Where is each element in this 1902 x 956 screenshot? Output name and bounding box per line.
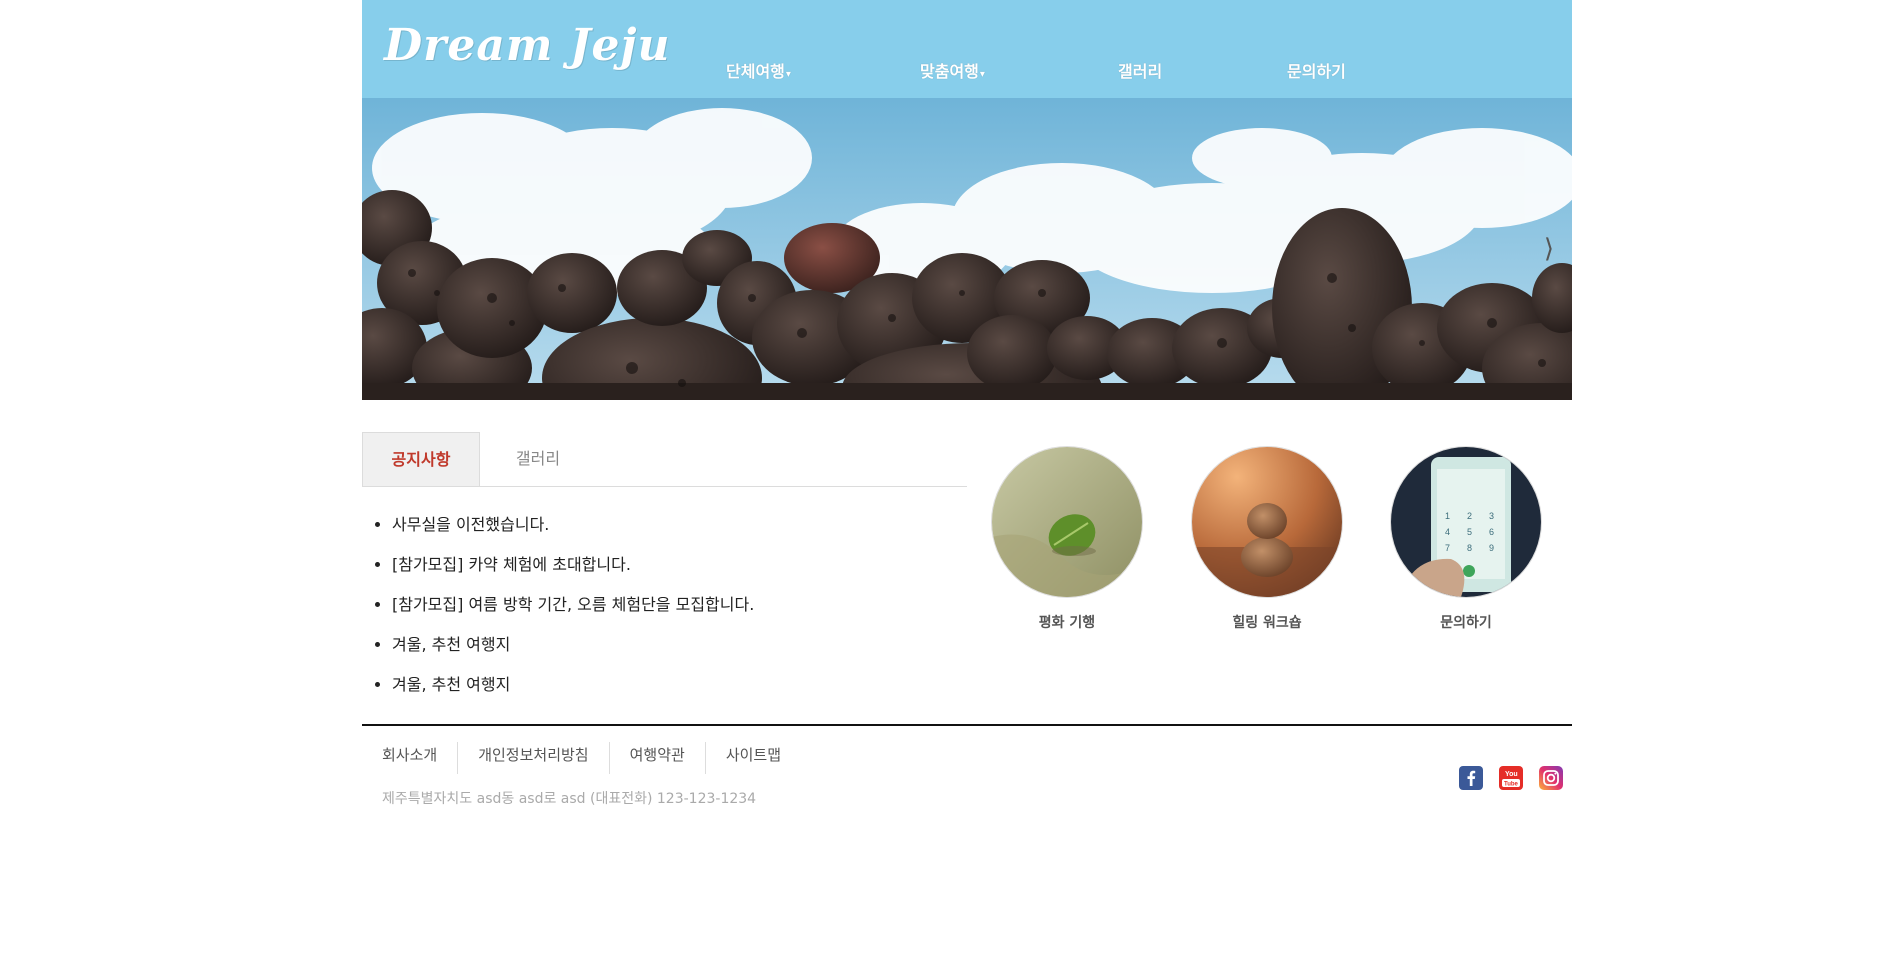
nav-label: 갤러리	[1118, 62, 1163, 81]
caret-down-icon: ▾	[785, 69, 791, 80]
nav-label: 문의하기	[1287, 62, 1346, 81]
nav-label: 맞춤여행	[920, 62, 979, 81]
footer-link-sitemap[interactable]: 사이트맵	[704, 742, 801, 774]
footer-link-privacy[interactable]: 개인정보처리방침	[457, 742, 608, 774]
svg-text:1: 1	[1445, 511, 1450, 521]
caret-down-icon: ▾	[979, 69, 985, 80]
list-item[interactable]: [참가모집] 여름 방학 기간, 오름 체험단을 모집합니다.	[392, 590, 997, 630]
list-item[interactable]: [참가모집] 카약 체험에 초대합니다.	[392, 550, 997, 590]
footer-links: 회사소개 개인정보처리방침 여행약관 사이트맵	[362, 742, 801, 774]
svg-text:2: 2	[1467, 511, 1472, 521]
leaf-on-sand-image[interactable]	[991, 446, 1143, 598]
card-peace-tour: 평화 기행	[987, 446, 1147, 632]
footer-link-about[interactable]: 회사소개	[362, 742, 457, 774]
list-item[interactable]: 사무실을 이전했습니다.	[392, 510, 997, 550]
svg-text:8: 8	[1467, 543, 1472, 553]
svg-text:4: 4	[1445, 527, 1450, 537]
nav-item-group-tour[interactable]: 단체여행▾	[726, 58, 791, 82]
basalt-wall-image	[362, 98, 1572, 400]
svg-text:3: 3	[1489, 511, 1494, 521]
hero-banner: ⟩	[362, 98, 1572, 400]
chevron-right-icon[interactable]: ⟩	[1544, 236, 1554, 262]
nav-item-contact[interactable]: 문의하기	[1287, 58, 1346, 82]
svg-text:5: 5	[1467, 527, 1472, 537]
card-contact: 1 2 3 4 5 6 7 8 9 문의하기	[1386, 446, 1546, 632]
card-caption[interactable]: 문의하기	[1386, 612, 1546, 632]
svg-text:9: 9	[1489, 543, 1494, 553]
nav-item-custom-tour[interactable]: 맞춤여행▾	[920, 58, 985, 82]
company-address: 제주특별자치도 asd동 asd로 asd (대표전화) 123-123-123…	[382, 791, 757, 807]
stacked-stones-image[interactable]	[1191, 446, 1343, 598]
youtube-icon[interactable]: You Tube	[1499, 766, 1523, 790]
nav-label: 단체여행	[726, 62, 785, 81]
card-caption[interactable]: 평화 기행	[987, 612, 1147, 632]
list-item[interactable]: 겨울, 추천 여행지	[392, 670, 997, 710]
footer-link-terms[interactable]: 여행약관	[608, 742, 705, 774]
phone-dialer-image[interactable]: 1 2 3 4 5 6 7 8 9	[1390, 446, 1542, 598]
tab-gallery[interactable]: 갤러리	[480, 432, 596, 485]
list-item[interactable]: 겨울, 추천 여행지	[392, 630, 997, 670]
site-footer: 회사소개 개인정보처리방침 여행약관 사이트맵 제주특별자치도 asd동 asd로 a…	[362, 724, 1572, 807]
card-caption[interactable]: 힐링 워크숍	[1187, 612, 1347, 632]
facebook-icon[interactable]	[1459, 766, 1483, 790]
nav-item-gallery[interactable]: 갤러리	[1118, 58, 1162, 82]
card-healing-workshop: 힐링 워크숍	[1187, 446, 1347, 632]
site-logo[interactable]: Dream Jeju	[384, 20, 670, 71]
svg-text:6: 6	[1489, 527, 1494, 537]
svg-text:7: 7	[1445, 543, 1450, 553]
svg-text:You: You	[1505, 771, 1518, 778]
notice-tabs: 공지사항 갤러리	[362, 432, 967, 487]
tab-notices[interactable]: 공지사항	[362, 432, 480, 486]
site-header: Dream Jeju 단체여행▾ 맞춤여행▾ 갤러리 문의하기	[362, 0, 1572, 98]
notice-list: 사무실을 이전했습니다. [참가모집] 카약 체험에 초대합니다. [참가모집]…	[362, 510, 997, 710]
svg-text:Tube: Tube	[1504, 782, 1519, 788]
instagram-icon[interactable]	[1539, 766, 1563, 790]
